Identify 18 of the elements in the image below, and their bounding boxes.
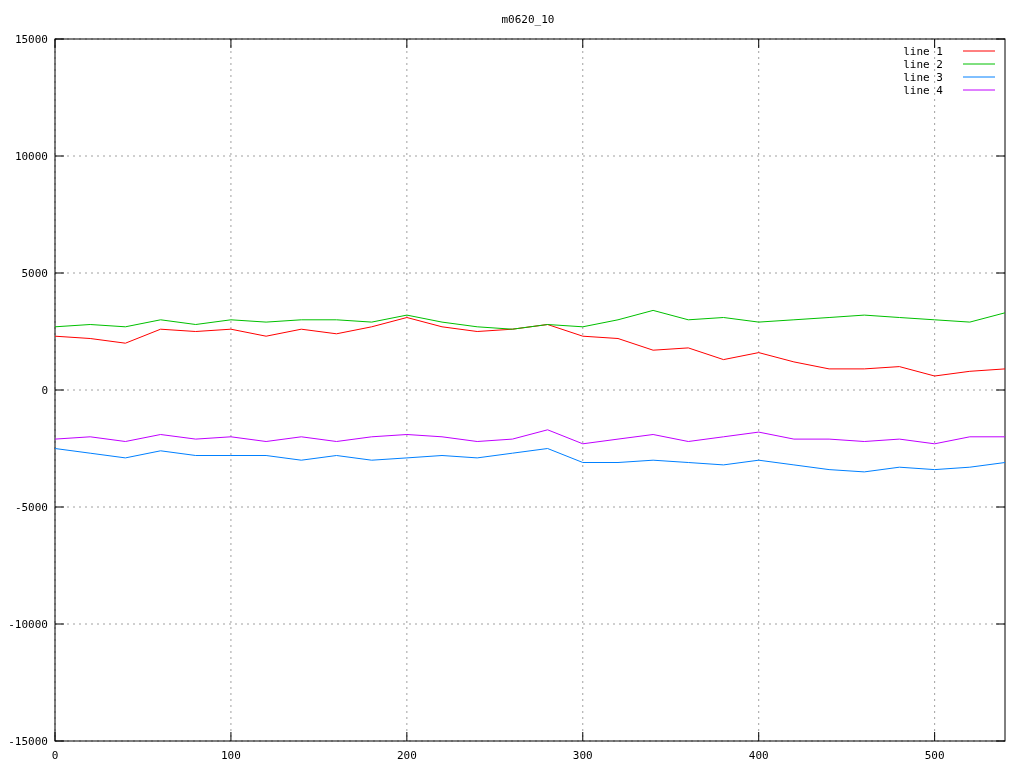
y-tick-label: 5000 — [21, 267, 48, 280]
x-tick-label: 0 — [51, 749, 59, 762]
y-tick-label: 10000 — [14, 150, 48, 163]
y-tick-label: -15000 — [8, 735, 48, 748]
x-tick-label: 500 — [924, 749, 945, 762]
y-tick-label: 15000 — [14, 33, 48, 46]
chart-title: m0620_10 — [501, 13, 555, 26]
x-tick-label: 100 — [221, 749, 241, 762]
y-tick-label: -5000 — [14, 501, 48, 514]
legend-label: line 4 — [903, 84, 943, 97]
legend-label: line 1 — [903, 45, 943, 58]
y-tick-label: -10000 — [8, 618, 48, 631]
x-tick-label: 200 — [396, 749, 417, 762]
x-tick-label: 300 — [572, 749, 593, 762]
legend-label: line 2 — [903, 58, 943, 71]
x-tick-label: 400 — [748, 749, 769, 762]
y-tick-label: 0 — [41, 384, 48, 397]
legend-label: line 3 — [903, 71, 943, 84]
